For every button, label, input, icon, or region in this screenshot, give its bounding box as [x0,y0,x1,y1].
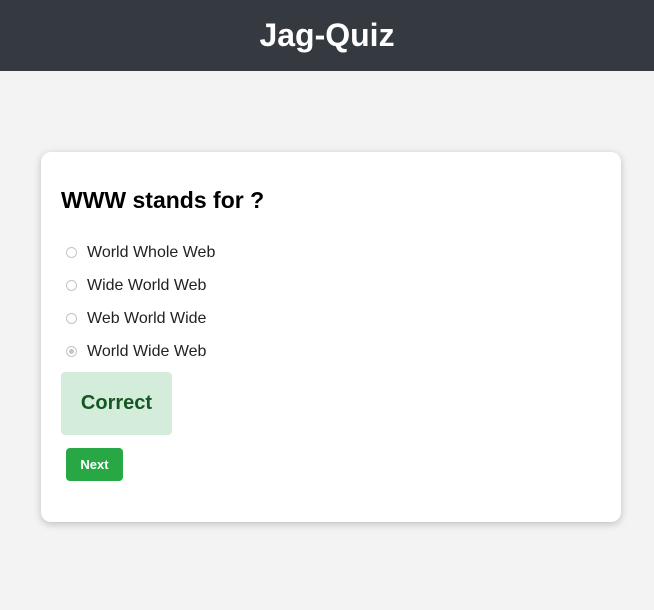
quiz-card: WWW stands for ? World Whole Web Wide Wo… [41,152,621,522]
app-title: Jag-Quiz [259,17,395,53]
radio-dot-icon [69,349,74,354]
option-world-whole-web[interactable]: World Whole Web [61,236,601,269]
option-world-wide-web[interactable]: World Wide Web [61,335,601,368]
radio-button[interactable] [66,280,77,291]
radio-button[interactable] [66,247,77,258]
app-header: Jag-Quiz [0,0,654,71]
option-wide-world-web[interactable]: Wide World Web [61,269,601,302]
question-text: WWW stands for ? [61,187,265,213]
radio-button-selected[interactable] [66,346,77,357]
radio-button[interactable] [66,313,77,324]
option-label: World Whole Web [87,243,216,261]
result-badge: Correct [61,372,172,435]
option-label: Wide World Web [87,276,207,294]
option-label: Web World Wide [87,309,207,327]
option-web-world-wide[interactable]: Web World Wide [61,302,601,335]
next-button[interactable]: Next [66,448,123,481]
option-label: World Wide Web [87,342,207,360]
